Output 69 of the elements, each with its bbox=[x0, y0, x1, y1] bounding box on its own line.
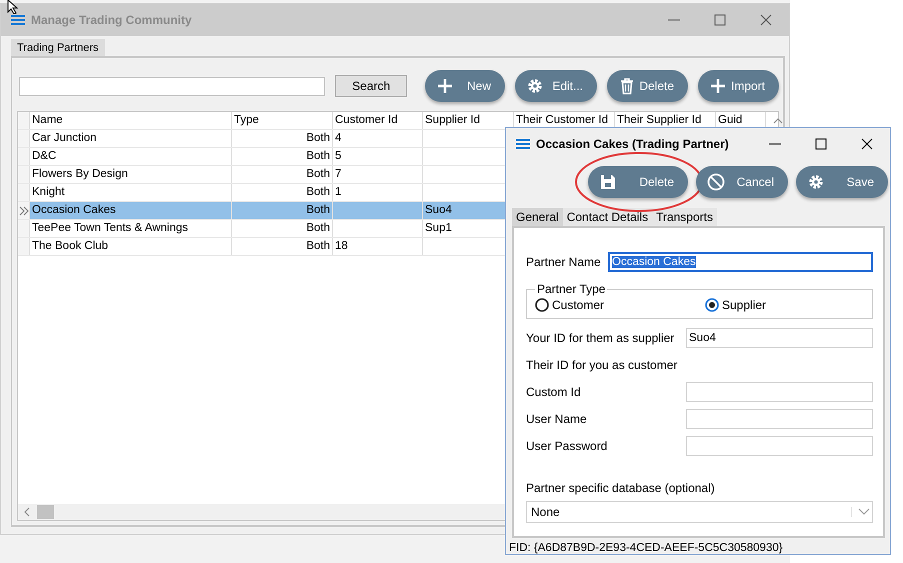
fid-text: FID: {A6D87B9D-2E93-4CED-AEEF-5C5C30580930} bbox=[509, 542, 784, 554]
action-button[interactable]: Delete bbox=[607, 70, 688, 102]
table-cell: Car Junction bbox=[30, 130, 232, 147]
column-header[interactable]: Customer Id bbox=[333, 112, 423, 129]
table-cell: Both bbox=[232, 220, 333, 237]
action-button[interactable]: Import bbox=[698, 70, 779, 102]
table-cell: Knight bbox=[30, 184, 232, 201]
field-label: Partner Name bbox=[526, 254, 602, 268]
column-header[interactable]: Type bbox=[232, 112, 333, 129]
maximize-icon[interactable] bbox=[815, 138, 827, 150]
table-cell: TeePee Town Tents & Awnings bbox=[30, 220, 232, 237]
plus-icon bbox=[435, 76, 455, 96]
table-cell: 1 bbox=[333, 184, 423, 201]
row-pointer-icon bbox=[18, 206, 28, 216]
table-cell: Both bbox=[232, 238, 333, 255]
row-selector[interactable] bbox=[18, 202, 30, 219]
input-field[interactable] bbox=[686, 436, 873, 456]
field-label: User Name bbox=[526, 412, 588, 426]
search-button[interactable]: Search bbox=[335, 75, 407, 97]
table-cell: Both bbox=[232, 202, 333, 219]
input-field[interactable]: Suo4 bbox=[686, 328, 873, 348]
table-cell: 4 bbox=[333, 130, 423, 147]
action-button[interactable]: Save bbox=[796, 166, 888, 198]
radio-button[interactable] bbox=[705, 298, 719, 312]
cancel-icon bbox=[706, 172, 726, 192]
table-cell: Both bbox=[232, 130, 333, 147]
menu-icon bbox=[11, 15, 25, 25]
action-button[interactable]: New bbox=[425, 70, 505, 102]
table-cell: 5 bbox=[333, 148, 423, 165]
radio-button[interactable] bbox=[535, 298, 549, 312]
table-cell: Both bbox=[232, 184, 333, 201]
table-cell: 18 bbox=[333, 238, 423, 255]
radio-label: Supplier bbox=[722, 298, 766, 312]
table-cell: The Book Club bbox=[30, 238, 232, 255]
radio-label: Customer bbox=[552, 298, 604, 312]
scrollbar-thumb[interactable] bbox=[37, 505, 54, 519]
window-title: Manage Trading Community bbox=[31, 13, 193, 27]
group-label: Partner Type bbox=[536, 282, 606, 296]
table-cell: Both bbox=[232, 166, 333, 183]
table-cell: 7 bbox=[333, 166, 423, 183]
input-field[interactable]: Occasion Cakes bbox=[608, 252, 873, 272]
input-field[interactable] bbox=[686, 408, 873, 428]
window-title: Occasion Cakes (Trading Partner) bbox=[536, 137, 730, 151]
action-button[interactable]: Edit... bbox=[515, 70, 597, 102]
menu-icon bbox=[516, 139, 530, 149]
tab[interactable]: General bbox=[512, 208, 563, 226]
tab[interactable]: Contact Details bbox=[562, 208, 652, 226]
chevron-down-icon bbox=[851, 507, 872, 517]
action-button[interactable]: Cancel bbox=[696, 166, 788, 198]
action-button[interactable]: Delete bbox=[588, 166, 688, 198]
table-cell: D&C bbox=[30, 148, 232, 165]
field-label: Their ID for you as customer bbox=[526, 358, 678, 372]
database-dropdown[interactable]: None bbox=[526, 501, 873, 523]
field-label: User Password bbox=[526, 438, 608, 452]
table-cell: Both bbox=[232, 148, 333, 165]
tab[interactable]: Transports bbox=[652, 208, 717, 226]
input-field[interactable] bbox=[686, 382, 873, 402]
field-label: Partner specific database (optional) bbox=[526, 481, 716, 495]
search-field[interactable] bbox=[19, 76, 326, 96]
column-header[interactable]: Name bbox=[30, 112, 232, 129]
close-icon[interactable] bbox=[861, 138, 873, 150]
field-label: Your ID for them as supplier bbox=[526, 330, 676, 344]
field-label: Custom Id bbox=[526, 384, 582, 398]
table-cell: Flowers By Design bbox=[30, 166, 232, 183]
table-cell: Occasion Cakes bbox=[30, 202, 232, 219]
cursor-icon bbox=[7, 0, 21, 14]
scroll-left-icon bbox=[23, 507, 31, 517]
tab[interactable]: Trading Partners bbox=[11, 39, 105, 56]
plus-icon bbox=[708, 76, 728, 96]
